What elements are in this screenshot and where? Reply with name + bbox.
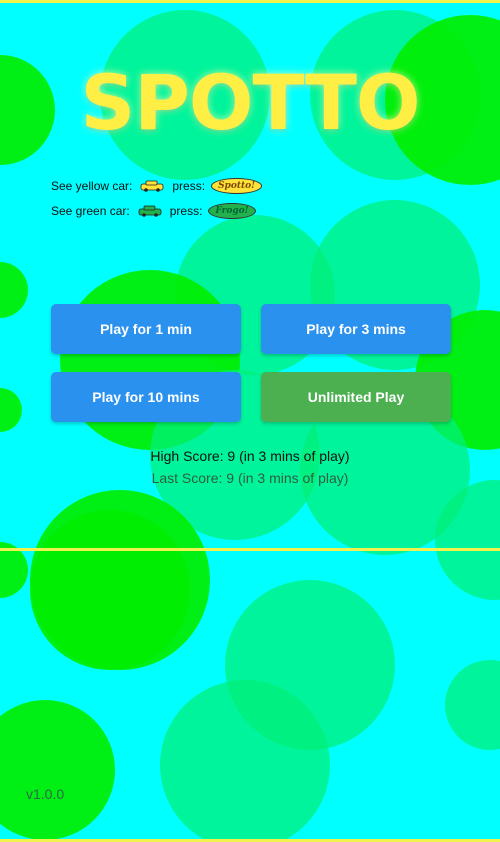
instruction-yellow: See yellow car: press: Spotto!: [51, 176, 263, 196]
play-1-min-button[interactable]: Play for 1 min: [51, 304, 241, 354]
press-label: press:: [172, 179, 206, 193]
play-10-mins-button[interactable]: Play for 10 mins: [51, 372, 241, 422]
high-score-text: High Score: 9 (in 3 mins of play): [150, 448, 350, 464]
spotto-badge-icon: Spotto!: [211, 178, 263, 194]
middle-divider-line: [0, 548, 500, 551]
instruction-green: See green car: press: Frogo!: [51, 201, 256, 221]
instruction-label: See green car:: [51, 204, 130, 218]
unlimited-play-button[interactable]: Unlimited Play: [261, 372, 451, 422]
green-car-icon: [138, 205, 162, 217]
play-3-mins-button[interactable]: Play for 3 mins: [261, 304, 451, 354]
instruction-label: See yellow car:: [51, 179, 133, 193]
background-circle: [160, 680, 330, 842]
last-score-text: Last Score: 9 (in 3 mins of play): [151, 470, 349, 486]
background-circle: [0, 700, 115, 840]
background-circle: [0, 262, 28, 318]
frogo-badge-icon: Frogo!: [208, 203, 256, 219]
app-title: SPOTTO: [80, 58, 420, 147]
background-circle: [30, 510, 190, 670]
version-label: v1.0.0: [26, 786, 65, 802]
background-circle: [445, 660, 500, 750]
yellow-car-icon: [140, 180, 164, 192]
background-circle: [0, 388, 22, 432]
top-divider-line: [0, 0, 500, 3]
press-label: press:: [169, 204, 203, 218]
